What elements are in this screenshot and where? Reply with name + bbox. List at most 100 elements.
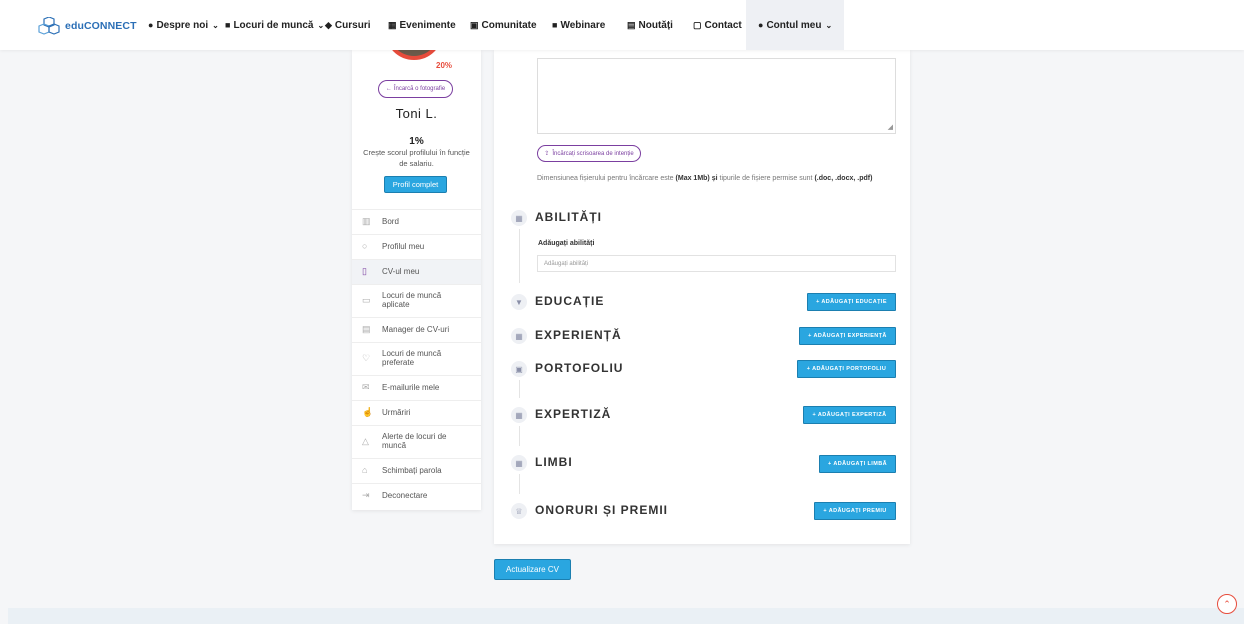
sidebar-item-emailuri[interactable]: ✉ E-mailurile mele bbox=[352, 375, 481, 400]
logo-icon bbox=[38, 17, 60, 35]
profile-score-description: Crește scorul profilului în funcție de s… bbox=[363, 148, 470, 168]
file-note-and: și bbox=[711, 175, 718, 182]
chevron-down-icon: ⌄ bbox=[317, 20, 325, 30]
user-icon: ● bbox=[758, 20, 764, 30]
document-icon: ▯ bbox=[362, 266, 367, 277]
navbar: eduCONNECT ● Despre noi ⌄ ■ Locuri de mu… bbox=[0, 0, 1244, 50]
sidebar-item-bord[interactable]: ▥ Bord bbox=[352, 209, 481, 234]
add-experience-button[interactable]: + ADĂUGAȚI EXPERIENȚĂ bbox=[799, 327, 896, 345]
nav-contact[interactable]: ▢ Contact bbox=[693, 0, 742, 50]
scroll-to-top-button[interactable]: ⌃ bbox=[1217, 594, 1237, 614]
update-cv-button[interactable]: Actualizare CV bbox=[494, 559, 571, 580]
briefcase-icon: ▭ bbox=[362, 295, 371, 306]
timeline-line bbox=[519, 474, 520, 494]
community-icon: ▣ bbox=[470, 19, 479, 30]
profile-score: 1% bbox=[409, 136, 424, 147]
sidebar-item-manager-cv[interactable]: ▤ Manager de CV-uri bbox=[352, 317, 481, 342]
sidebar-item-label: Alerte de locuri de muncă bbox=[382, 432, 447, 450]
calendar-icon: ▦ bbox=[388, 19, 397, 30]
upload-cover-letter-button[interactable]: ⇪ Încărcați scrisoarea de intenție bbox=[537, 145, 641, 162]
cv-form-card: ◢ ⇪ Încărcați scrisoarea de intenție Dim… bbox=[494, 50, 910, 544]
sidebar-item-label: CV-ul meu bbox=[382, 266, 420, 276]
sidebar-item-deconectare[interactable]: ⇥ Deconectare bbox=[352, 483, 481, 508]
video-icon: ■ bbox=[552, 20, 558, 30]
add-award-button[interactable]: + ADĂUGAȚI PREMIU bbox=[814, 502, 896, 520]
info-icon: ● bbox=[148, 20, 154, 30]
nav-evenimente[interactable]: ▦ Evenimente bbox=[388, 0, 456, 50]
sidebar-item-locuri-aplicate[interactable]: ▭ Locuri de muncă aplicate bbox=[352, 284, 481, 317]
sidebar-item-label: Manager de CV-uri bbox=[382, 324, 450, 334]
upload-icon: ← bbox=[385, 86, 392, 92]
sidebar-menu: ▥ Bord ○ Profilul meu ▯ CV-ul meu ▭ Locu… bbox=[352, 209, 481, 508]
chevron-down-icon: ⌄ bbox=[212, 20, 219, 30]
mail-icon: ✉ bbox=[362, 382, 370, 393]
skills-input[interactable]: Adăugați abilități bbox=[537, 255, 896, 272]
nav-noutati[interactable]: ▤ Noutăți bbox=[627, 0, 673, 50]
nav-locuri-de-munca[interactable]: ■ Locuri de muncă ⌄ bbox=[225, 0, 324, 50]
sidebar-item-urmariri[interactable]: ☝ Urmăriri bbox=[352, 400, 481, 425]
sidebar-item-label: Locuri de muncă preferate bbox=[382, 349, 442, 367]
logout-icon: ⇥ bbox=[362, 490, 370, 501]
avatar-percent: 20% bbox=[436, 61, 453, 70]
upload-icon: ⇪ bbox=[544, 151, 550, 157]
complete-profile-button[interactable]: Profil complet bbox=[384, 176, 447, 193]
sidebar-item-label: Schimbați parola bbox=[382, 465, 442, 475]
nav-label: Evenimente bbox=[399, 19, 456, 31]
add-education-button[interactable]: + ADĂUGAȚI EDUCAȚIE bbox=[807, 293, 896, 311]
nav-label: Noutăți bbox=[638, 19, 673, 31]
nav-label: Comunitate bbox=[481, 19, 537, 31]
nav-comunitate[interactable]: ▣ Comunitate bbox=[470, 0, 537, 50]
section-title-awards: ONORURI ȘI PREMII bbox=[535, 503, 669, 517]
section-title-languages: LIMBI bbox=[535, 455, 573, 469]
add-expertise-button[interactable]: + ADĂUGAȚI EXPERTIZĂ bbox=[803, 406, 896, 424]
contact-icon: ▢ bbox=[693, 19, 702, 30]
nav-label: Contact bbox=[704, 19, 742, 31]
timeline-line bbox=[519, 380, 520, 398]
nav-label: Locuri de muncă bbox=[233, 19, 314, 31]
sidebar-item-schimbati-parola[interactable]: ⌂ Schimbați parola bbox=[352, 458, 481, 483]
portfolio-icon: ▣ bbox=[511, 361, 527, 377]
file-note-max: (Max 1Mb) bbox=[675, 175, 710, 182]
experience-icon: ▦ bbox=[511, 328, 527, 344]
sidebar-item-locuri-preferate[interactable]: ♡ Locuri de muncă preferate bbox=[352, 342, 481, 375]
upload-photo-button[interactable]: ← Încarcă o fotografie bbox=[378, 80, 453, 98]
nav-despre-noi[interactable]: ● Despre noi ⌄ bbox=[148, 0, 219, 50]
file-note-mid: tipurile de fișiere permise sunt bbox=[719, 175, 813, 182]
heart-icon: ♡ bbox=[362, 353, 371, 364]
resize-grip-icon[interactable]: ◢ bbox=[888, 123, 893, 131]
logo[interactable]: eduCONNECT bbox=[38, 17, 137, 35]
add-portfolio-button[interactable]: + ADĂUGAȚI PORTOFOLIU bbox=[797, 360, 896, 378]
sidebar-item-alerte[interactable]: △ Alerte de locuri de muncă bbox=[352, 425, 481, 458]
upload-cover-label: Încărcați scrisoarea de intenție bbox=[552, 150, 634, 157]
section-title-skills: ABILITĂȚI bbox=[535, 210, 602, 224]
newspaper-icon: ▤ bbox=[627, 19, 636, 30]
sidebar-item-cv-ul-meu[interactable]: ▯ CV-ul meu bbox=[352, 259, 481, 284]
logo-text: eduCONNECT bbox=[65, 20, 137, 32]
bell-icon: △ bbox=[362, 436, 369, 447]
add-language-button[interactable]: + ADĂUGAȚI LIMBĂ bbox=[819, 455, 896, 473]
nav-contul-meu[interactable]: ● Contul meu ⌄ bbox=[746, 0, 845, 50]
nav-cursuri[interactable]: ◆ Cursuri bbox=[325, 0, 370, 50]
nav-label: Contul meu bbox=[766, 19, 822, 31]
sidebar-item-label: Urmăriri bbox=[382, 407, 411, 417]
chevron-up-icon: ⌃ bbox=[1223, 598, 1231, 609]
course-icon: ◆ bbox=[325, 19, 332, 30]
cover-letter-textarea[interactable]: ◢ bbox=[537, 58, 896, 134]
sidebar-item-label: Deconectare bbox=[382, 490, 428, 500]
user-name: Toni L. bbox=[395, 106, 438, 121]
nav-label: Webinare bbox=[560, 19, 606, 31]
file-note-types: (.doc, .docx, .pdf) bbox=[814, 175, 873, 182]
sidebar-item-profilul-meu[interactable]: ○ Profilul meu bbox=[352, 234, 481, 259]
file-size-note: Dimensiunea fișierului pentru încărcare … bbox=[537, 175, 872, 182]
nav-webinare[interactable]: ■ Webinare bbox=[552, 0, 605, 50]
lock-icon: ⌂ bbox=[362, 465, 368, 476]
languages-icon: ▦ bbox=[511, 455, 527, 471]
nav-label: Cursuri bbox=[334, 19, 371, 31]
graduation-cap-icon: ▼ bbox=[511, 294, 527, 310]
folder-icon: ▤ bbox=[362, 324, 371, 335]
timeline-line bbox=[519, 426, 520, 446]
section-title-education: EDUCAȚIE bbox=[535, 294, 605, 308]
briefcase-icon: ■ bbox=[225, 20, 231, 30]
sidebar-item-label: Bord bbox=[382, 216, 399, 226]
timeline-line bbox=[519, 229, 520, 283]
